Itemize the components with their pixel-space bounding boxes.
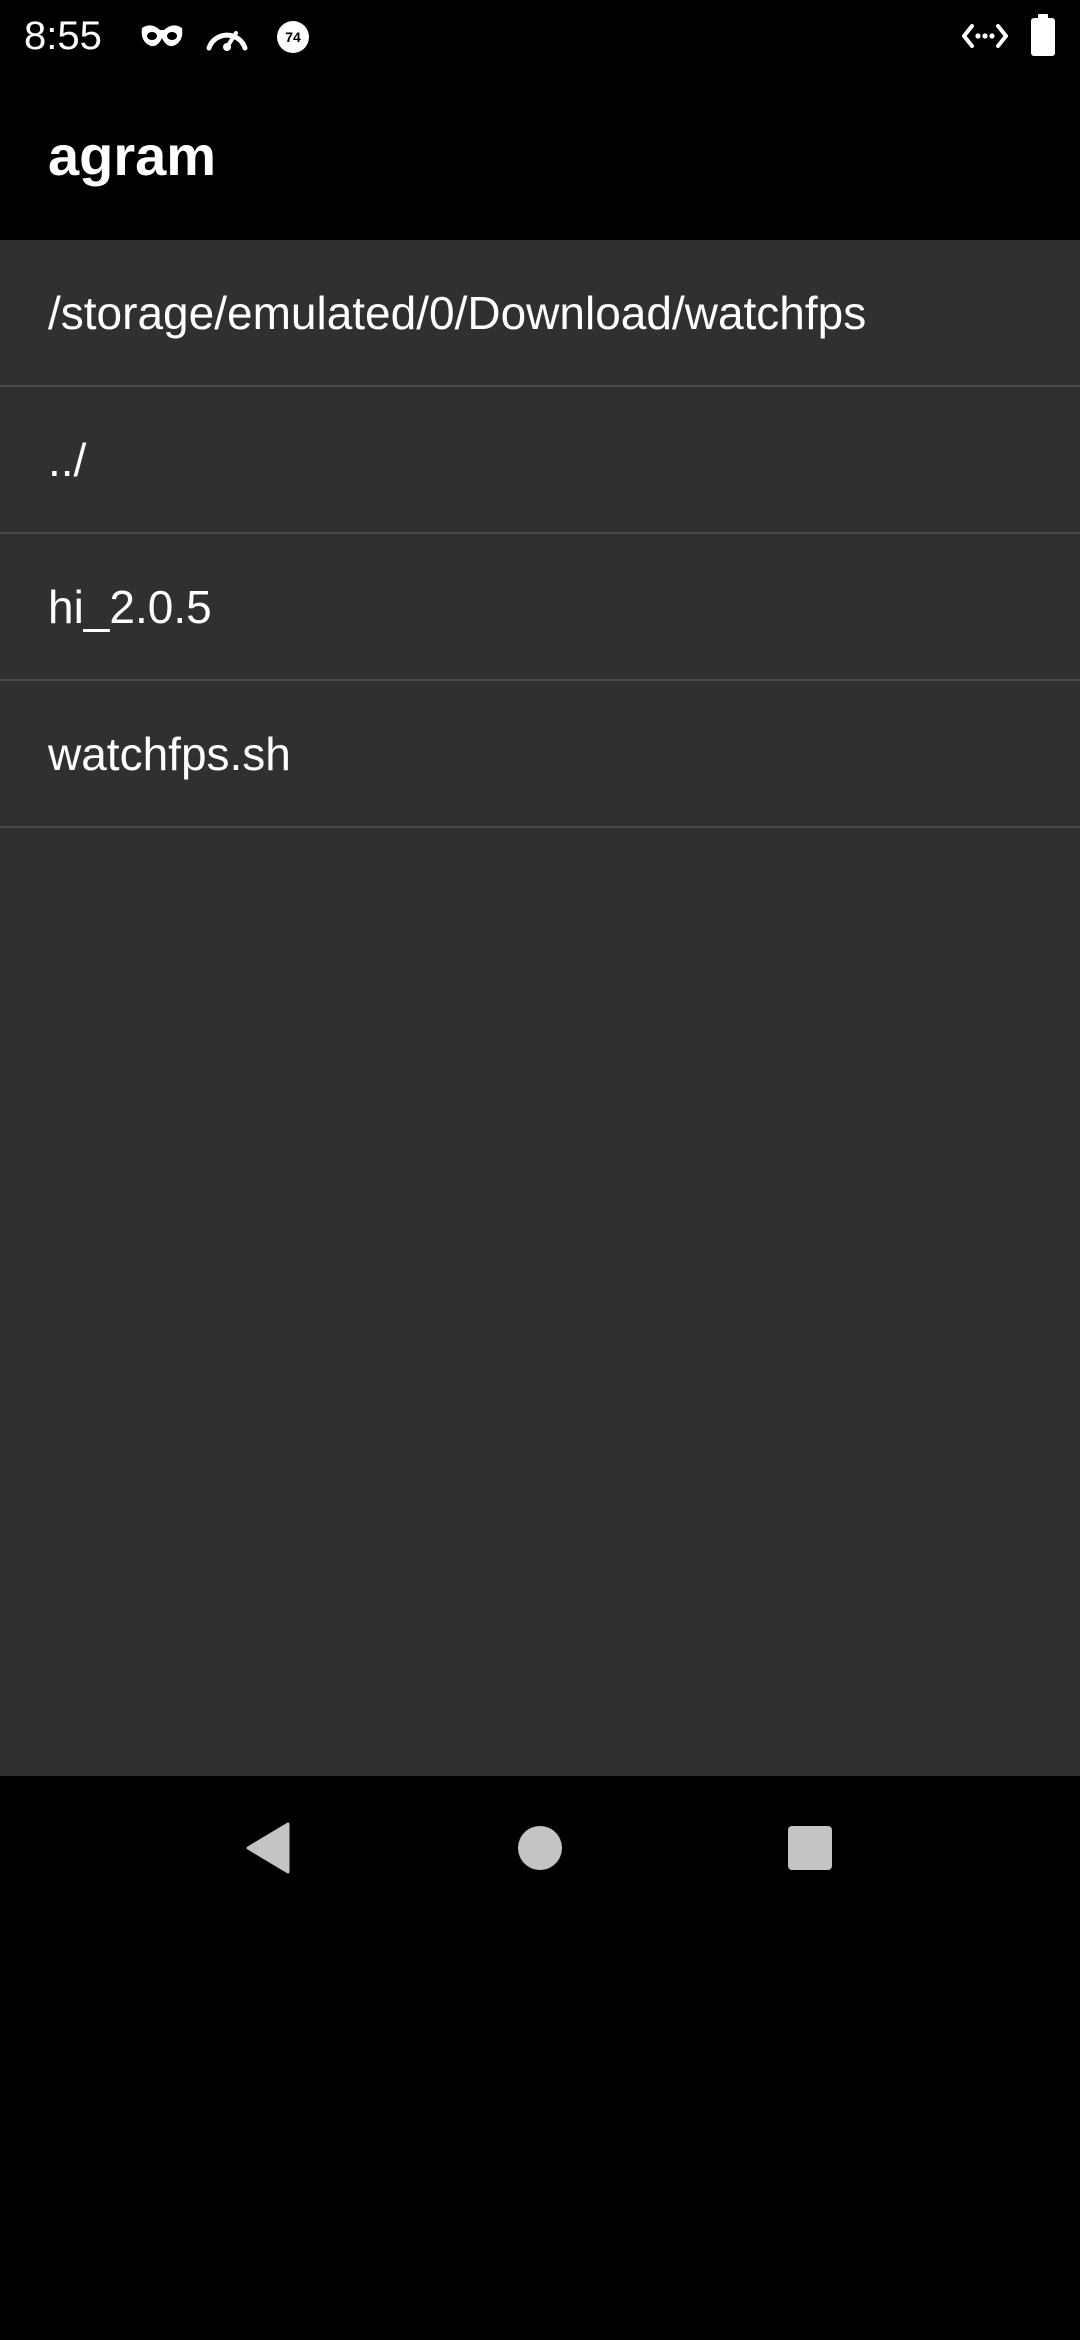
status-time: 8:55: [24, 14, 102, 58]
incognito-mask-icon: [141, 25, 183, 47]
file-list: /storage/emulated/0/Download/watchfps ..…: [0, 240, 1080, 828]
file-list-container: /storage/emulated/0/Download/watchfps ..…: [0, 240, 1080, 1776]
badge-74-icon: 74: [277, 21, 309, 53]
navigation-bar: [0, 1776, 1080, 1920]
file-label-hi-2-0-5: hi_2.0.5: [48, 581, 212, 633]
app-bar: agram: [0, 72, 1080, 240]
badge-number: 74: [285, 29, 301, 45]
status-bar: 8:55 74: [0, 0, 1080, 72]
parent-directory-row[interactable]: ../: [0, 387, 1080, 534]
file-row-watchfps-sh[interactable]: watchfps.sh: [0, 681, 1080, 828]
current-path-row[interactable]: /storage/emulated/0/Download/watchfps: [0, 240, 1080, 387]
current-path-label: /storage/emulated/0/Download/watchfps: [48, 287, 867, 339]
battery-icon: [1031, 14, 1055, 56]
file-label-watchfps-sh: watchfps.sh: [48, 728, 291, 780]
back-button[interactable]: [198, 1776, 338, 1920]
recents-button[interactable]: [740, 1776, 880, 1920]
file-row-hi-2-0-5[interactable]: hi_2.0.5: [0, 534, 1080, 681]
code-arrows-icon: [962, 24, 1008, 48]
recents-icon: [788, 1826, 832, 1870]
back-icon: [246, 1822, 290, 1874]
home-button[interactable]: [470, 1776, 610, 1920]
home-icon: [518, 1826, 562, 1870]
parent-directory-label: ../: [48, 434, 87, 486]
speedometer-icon: [206, 31, 248, 51]
screen: 8:55 74 agram /storage/emulated/0/Downlo…: [0, 0, 1080, 2340]
app-title: agram: [48, 124, 217, 187]
